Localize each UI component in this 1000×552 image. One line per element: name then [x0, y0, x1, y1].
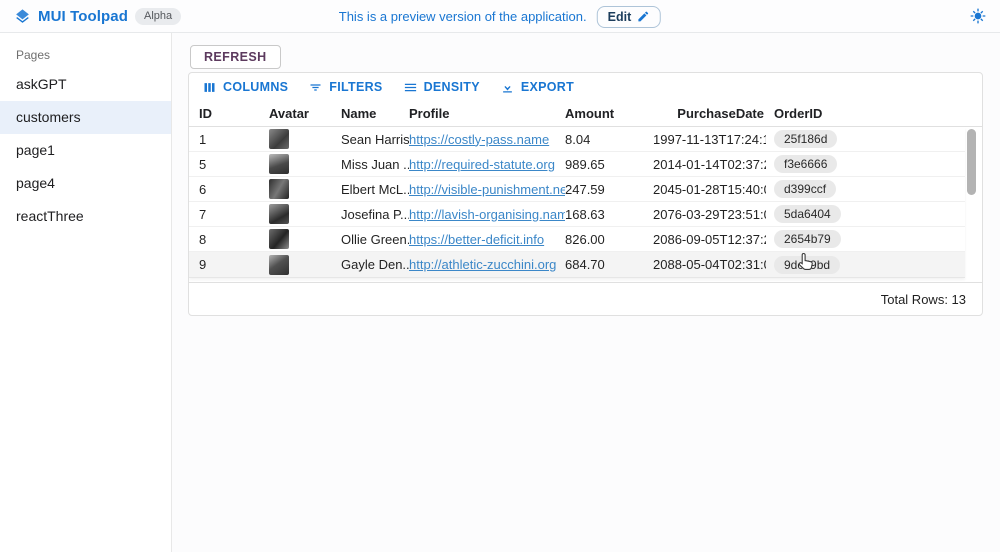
alpha-badge: Alpha: [135, 8, 181, 25]
download-icon: [500, 80, 515, 95]
filters-button[interactable]: FILTERS: [301, 76, 389, 99]
sidebar-item-reactthree[interactable]: reactThree: [0, 200, 171, 233]
cell-amount: 168.63: [565, 207, 653, 222]
cell-name: Ollie Green...: [341, 232, 409, 247]
export-button[interactable]: EXPORT: [493, 76, 581, 99]
cell-name: Miss Juan ...: [341, 157, 409, 172]
column-header-id[interactable]: ID: [199, 106, 269, 121]
cell-id: 8: [199, 232, 269, 247]
cell-purchasedate: 2045-01-28T15:40:06.325Z: [653, 182, 766, 197]
sun-icon: [970, 8, 986, 24]
cell-amount: 989.65: [565, 157, 653, 172]
cell-purchasedate: 2088-05-04T02:31:03.294Z: [653, 257, 766, 272]
table-row[interactable]: 1 Sean Harris https://costly-pass.name 8…: [189, 127, 965, 152]
profile-link[interactable]: http://lavish-organising.name: [409, 207, 565, 222]
cell-id: 9: [199, 257, 269, 272]
orderid-chip[interactable]: 5da6404: [774, 205, 841, 223]
cell-purchasedate: 1997-11-13T17:24:11.769Z: [653, 132, 766, 147]
avatar: [269, 229, 289, 249]
edit-button-label: Edit: [608, 10, 632, 24]
grid-footer: Total Rows: 13: [189, 282, 982, 315]
cell-id: 6: [199, 182, 269, 197]
column-header-amount[interactable]: Amount: [565, 106, 653, 121]
cell-purchasedate: 2014-01-14T02:37:28.536Z: [653, 157, 766, 172]
columns-button[interactable]: COLUMNS: [195, 76, 295, 99]
orderid-chip[interactable]: d399ccf: [774, 180, 836, 198]
grid-rows-viewport: 1 Sean Harris https://costly-pass.name 8…: [189, 127, 982, 278]
column-headers: ID Avatar Name Profile Amount PurchaseDa…: [189, 101, 982, 127]
scrollbar-thumb[interactable]: [967, 129, 976, 195]
table-row-hovered[interactable]: 9 Gayle Den... http://athletic-zucchini.…: [189, 252, 965, 277]
column-header-orderid[interactable]: OrderID: [766, 106, 876, 121]
profile-link[interactable]: http://required-statute.org: [409, 157, 555, 172]
profile-link[interactable]: http://visible-punishment.net: [409, 182, 565, 197]
theme-toggle-button[interactable]: [970, 8, 986, 24]
vertical-scrollbar[interactable]: [967, 129, 977, 275]
page-content: REFRESH COLUMNS FILTERS: [172, 33, 1000, 552]
data-grid-toolbar: COLUMNS FILTERS DENSITY: [189, 73, 982, 101]
column-header-avatar[interactable]: Avatar: [269, 106, 341, 121]
toolpad-logo-icon: [14, 8, 31, 25]
orderid-chip[interactable]: f3e6666: [774, 155, 837, 173]
cell-amount: 8.04: [565, 132, 653, 147]
cell-amount: 684.70: [565, 257, 653, 272]
sidebar-item-page4[interactable]: page4: [0, 167, 171, 200]
refresh-button[interactable]: REFRESH: [190, 45, 281, 69]
cell-amount: 826.00: [565, 232, 653, 247]
preview-banner-text: This is a preview version of the applica…: [339, 9, 587, 24]
app-title: MUI Toolpad: [38, 8, 128, 25]
avatar: [269, 179, 289, 199]
orderid-chip[interactable]: 9dc59bd: [774, 256, 840, 274]
profile-link[interactable]: https://better-deficit.info: [409, 232, 544, 247]
cell-purchasedate: 2086-09-05T12:37:27.015Z: [653, 232, 766, 247]
avatar: [269, 204, 289, 224]
profile-link[interactable]: http://athletic-zucchini.org: [409, 257, 556, 272]
avatar: [269, 154, 289, 174]
cell-purchasedate: 2076-03-29T23:51:07.968Z: [653, 207, 766, 222]
edit-button[interactable]: Edit: [597, 6, 662, 28]
sidebar-item-customers[interactable]: customers: [0, 101, 171, 134]
cell-id: 1: [199, 132, 269, 147]
cell-id: 7: [199, 207, 269, 222]
density-icon: [403, 80, 418, 95]
cell-name: Elbert McL...: [341, 182, 409, 197]
cell-name: Josefina P...: [341, 207, 409, 222]
export-button-label: EXPORT: [521, 80, 574, 94]
density-button[interactable]: DENSITY: [396, 76, 487, 99]
view-columns-icon: [202, 80, 217, 95]
sidebar-item-page1[interactable]: page1: [0, 134, 171, 167]
columns-button-label: COLUMNS: [223, 80, 288, 94]
total-rows-label: Total Rows: 13: [881, 292, 966, 307]
column-header-profile[interactable]: Profile: [409, 106, 565, 121]
column-header-purchasedate[interactable]: PurchaseDate: [653, 106, 766, 121]
sidebar-section-label: Pages: [0, 38, 171, 68]
table-row[interactable]: 8 Ollie Green... https://better-deficit.…: [189, 227, 965, 252]
filter-list-icon: [308, 80, 323, 95]
table-row[interactable]: 7 Josefina P... http://lavish-organising…: [189, 202, 965, 227]
profile-link[interactable]: https://costly-pass.name: [409, 132, 549, 147]
column-header-name[interactable]: Name: [341, 106, 409, 121]
filters-button-label: FILTERS: [329, 80, 382, 94]
cell-name: Sean Harris: [341, 132, 409, 147]
density-button-label: DENSITY: [424, 80, 480, 94]
brand: MUI Toolpad Alpha: [14, 8, 181, 25]
app-bar: MUI Toolpad Alpha This is a preview vers…: [0, 0, 1000, 33]
data-grid: COLUMNS FILTERS DENSITY: [188, 72, 983, 316]
avatar: [269, 255, 289, 275]
sidebar: Pages askGPT customers page1 page4 react…: [0, 33, 172, 552]
avatar: [269, 129, 289, 149]
orderid-chip[interactable]: 25f186d: [774, 130, 837, 148]
cell-amount: 247.59: [565, 182, 653, 197]
table-row[interactable]: 5 Miss Juan ... http://required-statute.…: [189, 152, 965, 177]
cell-id: 5: [199, 157, 269, 172]
table-row[interactable]: 6 Elbert McL... http://visible-punishmen…: [189, 177, 965, 202]
orderid-chip[interactable]: 2654b79: [774, 230, 841, 248]
pencil-icon: [637, 10, 650, 23]
cell-name: Gayle Den...: [341, 257, 409, 272]
sidebar-item-askgpt[interactable]: askGPT: [0, 68, 171, 101]
